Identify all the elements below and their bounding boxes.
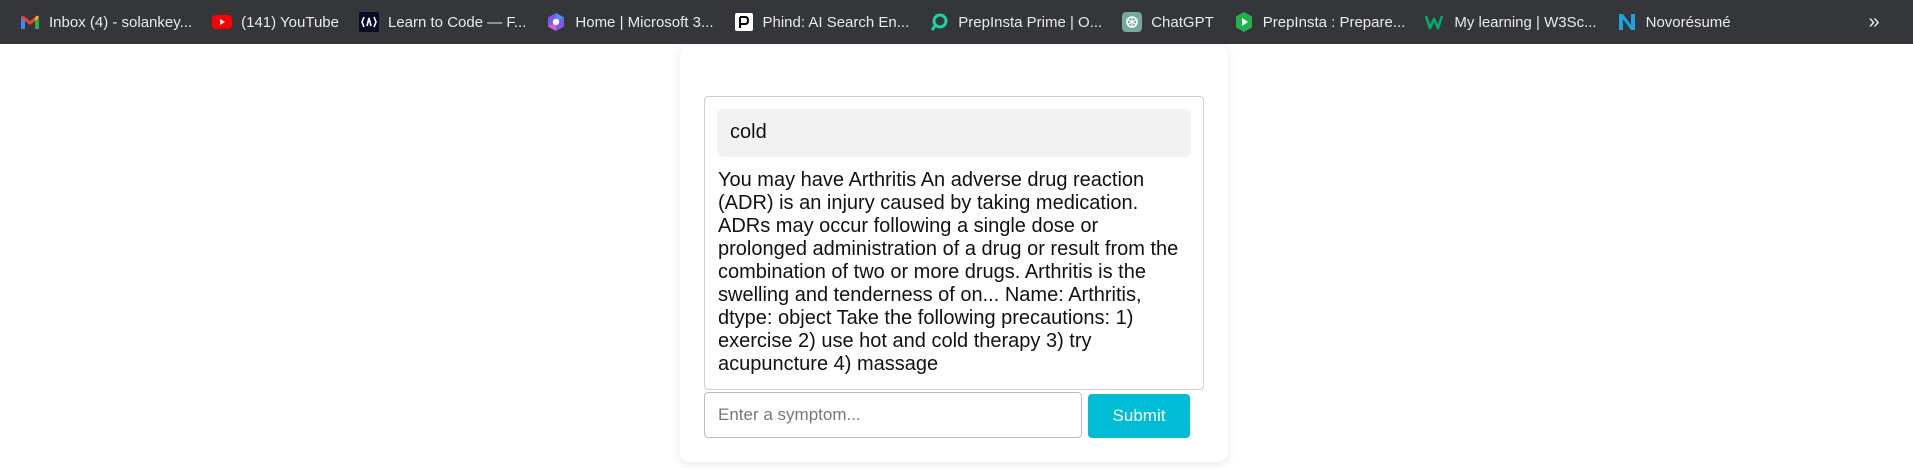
bookmark-youtube[interactable]: (141) YouTube [204, 7, 347, 37]
chat-log[interactable]: cold You may have Arthritis An adverse d… [704, 96, 1204, 390]
page-content: cold You may have Arthritis An adverse d… [0, 44, 1913, 468]
bookmarks-bar: Inbox (4) - solankey... (141) YouTube Le… [0, 0, 1913, 44]
bot-message: You may have Arthritis An adverse drug r… [718, 169, 1179, 375]
phind-icon [734, 12, 754, 32]
novoresume-icon [1617, 12, 1637, 32]
bookmark-novoresume[interactable]: Novorésumé [1609, 7, 1739, 37]
chatgpt-icon [1122, 12, 1143, 32]
bookmarks-overflow-button[interactable]: » [1859, 7, 1889, 37]
bookmark-chatgpt[interactable]: ChatGPT [1114, 7, 1222, 37]
bookmark-label: Novorésumé [1645, 13, 1731, 31]
bookmark-label: Inbox (4) - solankey... [49, 13, 193, 31]
youtube-icon [212, 12, 233, 32]
bookmark-prepinsta-prime[interactable]: PrepInsta Prime | O... [921, 7, 1110, 37]
bookmark-label: (141) YouTube [241, 13, 339, 31]
bookmark-label: Learn to Code — F... [387, 13, 527, 31]
w3schools-icon [1425, 12, 1445, 32]
bookmark-label: PrepInsta : Prepare... [1262, 13, 1406, 31]
bookmark-w3schools[interactable]: My learning | W3Sc... [1417, 7, 1604, 37]
gmail-icon [20, 12, 40, 32]
bookmark-label: PrepInsta Prime | O... [958, 13, 1103, 31]
bookmark-phind[interactable]: Phind: AI Search En... [726, 7, 918, 37]
bookmark-prepinsta[interactable]: PrepInsta : Prepare... [1226, 7, 1414, 37]
bookmark-label: ChatGPT [1151, 13, 1214, 31]
submit-button[interactable]: Submit [1088, 394, 1190, 438]
user-message: cold [717, 109, 1191, 157]
bookmark-label: Home | Microsoft 3... [575, 13, 714, 31]
symptom-form: Submit [704, 392, 1204, 438]
freecodecamp-icon [358, 12, 379, 32]
bookmark-label: Phind: AI Search En... [762, 13, 910, 31]
bookmark-microsoft365[interactable]: Home | Microsoft 3... [538, 7, 721, 37]
prepinsta-icon [1234, 12, 1254, 32]
bookmark-label: My learning | W3Sc... [1454, 13, 1597, 31]
chat-card: cold You may have Arthritis An adverse d… [680, 46, 1228, 462]
microsoft365-icon [546, 12, 566, 32]
prepinsta-prime-icon [929, 12, 949, 32]
symptom-input[interactable] [704, 392, 1082, 438]
bookmark-gmail[interactable]: Inbox (4) - solankey... [12, 7, 200, 37]
bookmark-freecodecamp[interactable]: Learn to Code — F... [351, 7, 534, 37]
